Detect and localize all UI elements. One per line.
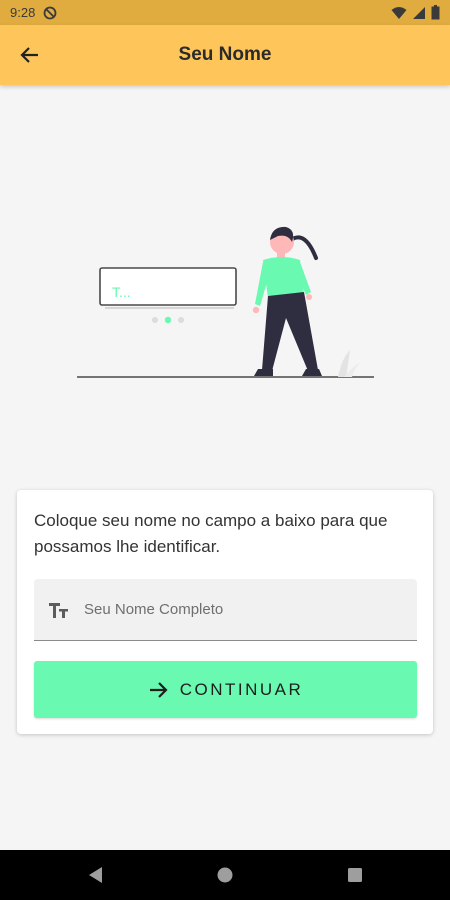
instruction-text: Coloque seu nome no campo a baixo para q… xyxy=(34,511,388,556)
arrow-forward-icon xyxy=(149,681,168,698)
status-bar: 9:28 xyxy=(0,0,450,25)
wifi-icon xyxy=(391,6,407,19)
app-bar: Seu Nome xyxy=(0,25,450,85)
text-format-icon xyxy=(48,600,70,620)
name-field[interactable] xyxy=(34,579,417,641)
system-nav-bar xyxy=(0,850,450,900)
back-button[interactable] xyxy=(14,39,46,71)
continue-label: CONTINUAR xyxy=(179,679,304,699)
name-form-card: Coloque seu nome no campo a baixo para q… xyxy=(17,490,433,734)
do-not-disturb-icon xyxy=(43,6,57,19)
illustration-input-text: T... xyxy=(112,284,131,300)
recents-square-icon[interactable] xyxy=(345,865,365,885)
full-name-input[interactable] xyxy=(84,601,384,618)
home-circle-icon[interactable] xyxy=(215,865,235,885)
signal-icon xyxy=(413,6,425,19)
page-title: Seu Nome xyxy=(178,44,272,65)
person-illustration: T... xyxy=(77,226,374,378)
status-time: 9:28 xyxy=(10,5,36,20)
arrow-back-icon xyxy=(20,47,38,63)
continue-button[interactable]: CONTINUAR xyxy=(34,661,417,718)
battery-icon xyxy=(431,5,440,20)
back-triangle-icon[interactable] xyxy=(86,865,106,885)
